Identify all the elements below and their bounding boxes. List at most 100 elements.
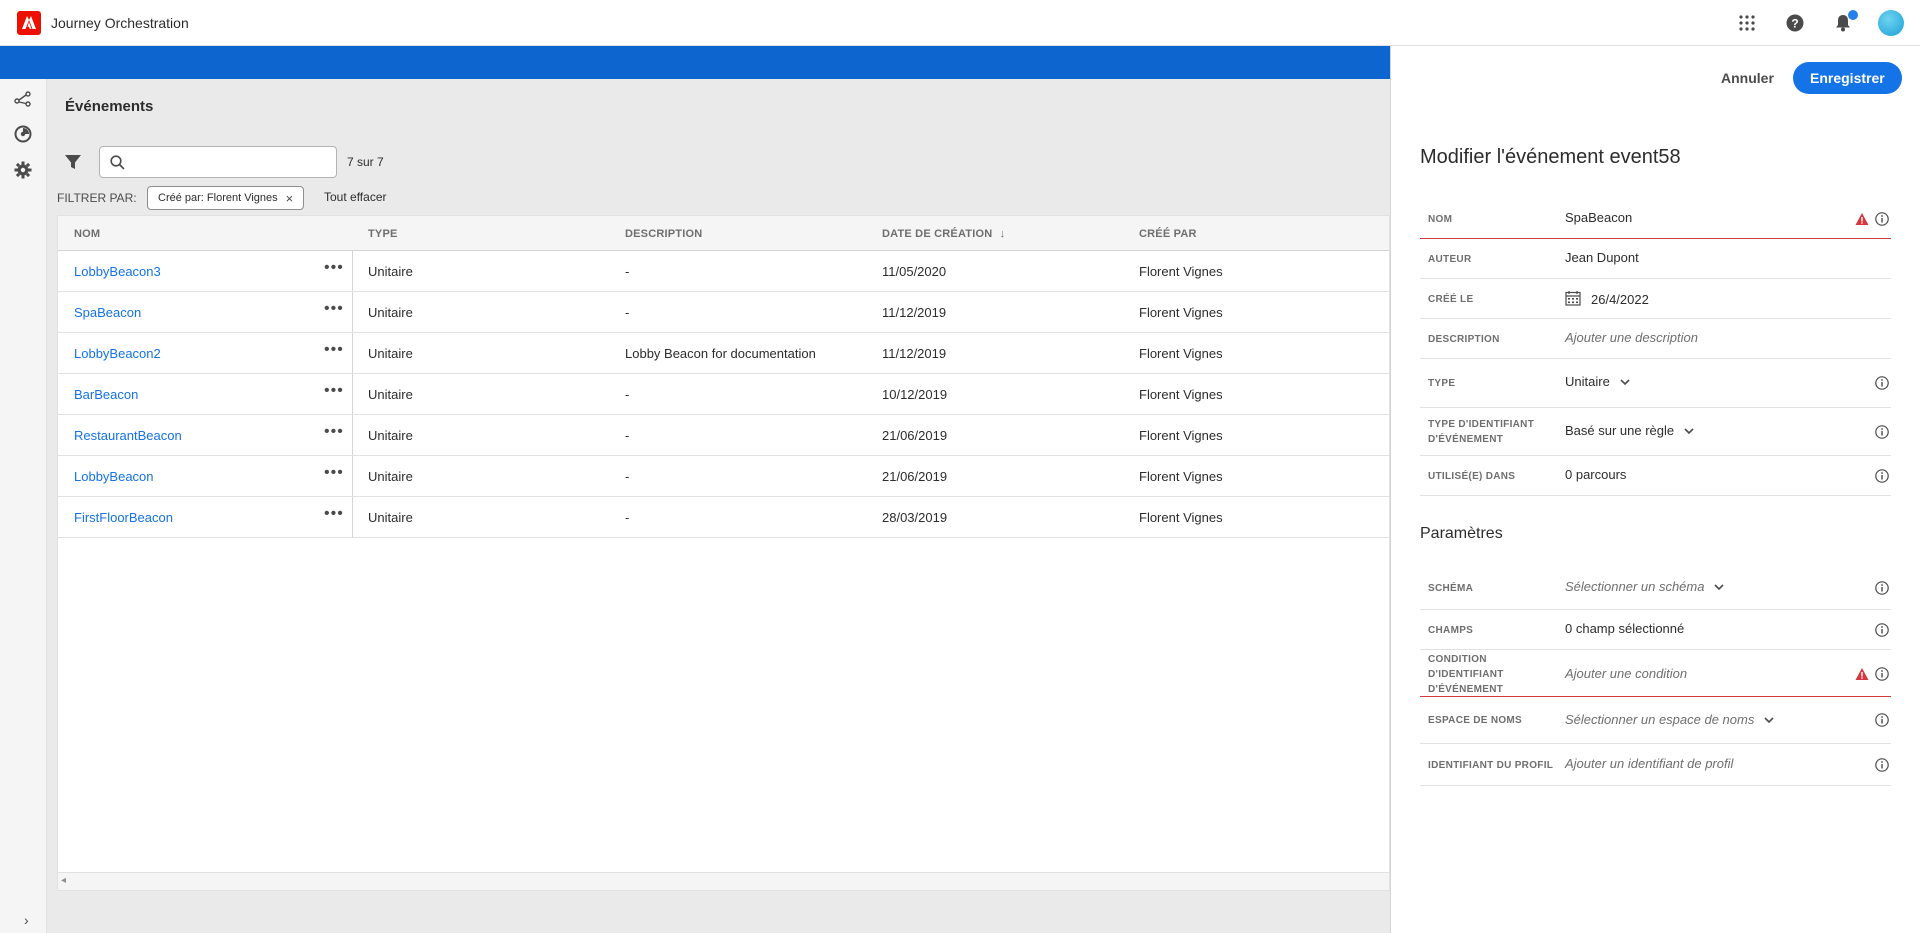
column-header-name[interactable]: NOM: [74, 228, 100, 240]
chip-remove-icon[interactable]: ×: [286, 191, 294, 206]
info-icon[interactable]: [1875, 425, 1889, 439]
table-header: NOM TYPE DESCRIPTION DATE DE CRÉATION ↓ …: [58, 216, 1389, 251]
filter-icon[interactable]: [64, 153, 82, 171]
edit-event-panel: Annuler Enregistrer Modifier l'événement…: [1390, 46, 1920, 933]
info-icon[interactable]: [1875, 713, 1889, 727]
field-label-author: AUTEUR: [1428, 254, 1472, 265]
panel-title: Modifier l'événement event58: [1420, 146, 1681, 168]
svg-text:?: ?: [1791, 17, 1798, 31]
more-actions-icon[interactable]: •••: [324, 505, 344, 523]
info-icon[interactable]: [1875, 469, 1889, 483]
field-label-description: DESCRIPTION: [1428, 334, 1500, 345]
column-header-created-date-label: DATE DE CRÉATION: [882, 228, 993, 240]
event-created-date: 10/12/2019: [882, 387, 948, 402]
clear-all-link[interactable]: Tout effacer: [324, 190, 386, 204]
table-row[interactable]: LobbyBeacon3 Unitaire - 11/05/2020 Florent V…: [58, 251, 1389, 292]
event-name-link[interactable]: LobbyBeacon: [74, 469, 154, 484]
type-dropdown[interactable]: Unitaire: [1565, 374, 1630, 389]
table-row[interactable]: RestaurantBeacon Unitaire - 21/06/2019 Flore…: [58, 415, 1389, 456]
field-label-condition-line3: D'ÉVÉNEMENT: [1428, 684, 1504, 695]
more-actions-icon[interactable]: •••: [324, 423, 344, 441]
column-header-created-by[interactable]: CRÉÉ PAR: [1139, 228, 1197, 240]
column-header-description[interactable]: DESCRIPTION: [625, 228, 702, 240]
info-icon[interactable]: [1875, 623, 1889, 637]
notifications-bell-icon[interactable]: [1830, 10, 1858, 36]
author-value: Jean Dupont: [1565, 250, 1639, 265]
namespace-dropdown[interactable]: Sélectionner un espace de noms: [1565, 712, 1774, 727]
event-description: Lobby Beacon for documentation: [625, 346, 816, 361]
adobe-logo[interactable]: [17, 10, 41, 35]
cancel-button[interactable]: Annuler: [1707, 62, 1788, 94]
event-name-link[interactable]: RestaurantBeacon: [74, 428, 182, 443]
schema-dropdown[interactable]: Sélectionner un schéma: [1565, 579, 1725, 594]
table-row[interactable]: LobbyBeacon Unitaire - 21/06/2019 Florent Vi…: [58, 456, 1389, 497]
field-row-fields: CHAMPS 0 champ sélectionné: [1420, 610, 1891, 650]
event-type: Unitaire: [368, 510, 413, 525]
scroll-left-icon[interactable]: ◂: [61, 875, 66, 886]
column-header-type[interactable]: TYPE: [368, 228, 398, 240]
user-avatar[interactable]: [1878, 10, 1904, 36]
help-icon[interactable]: ?: [1782, 10, 1808, 36]
event-created-by: Florent Vignes: [1139, 428, 1223, 443]
field-row-author: AUTEUR Jean Dupont: [1420, 239, 1891, 279]
name-field[interactable]: [1565, 210, 1845, 225]
table-row[interactable]: BarBeacon Unitaire - 10/12/2019 Florent Vign…: [58, 374, 1389, 415]
event-name-link[interactable]: LobbyBeacon3: [74, 264, 161, 279]
table-row[interactable]: FirstFloorBeacon Unitaire - 28/03/2019 Flore…: [58, 497, 1389, 538]
table-row[interactable]: LobbyBeacon2 Unitaire Lobby Beacon for doc…: [58, 333, 1389, 374]
type-selected-value: Unitaire: [1565, 374, 1610, 389]
field-row-used-in: UTILISÉ(E) DANS 0 parcours: [1420, 456, 1891, 496]
events-icon[interactable]: [13, 124, 33, 144]
left-rail: [0, 79, 47, 933]
created-value: 26/4/2022: [1565, 290, 1649, 309]
info-icon[interactable]: [1875, 758, 1889, 772]
expand-rail-chevron-icon[interactable]: ›: [24, 912, 29, 928]
name-input[interactable]: [1565, 210, 1845, 225]
app-title[interactable]: Journey Orchestration: [51, 15, 189, 31]
more-actions-icon[interactable]: •••: [324, 464, 344, 482]
filter-chip-label: Créé par: Florent Vignes: [158, 192, 278, 204]
event-created-by: Florent Vignes: [1139, 264, 1223, 279]
event-name-link[interactable]: BarBeacon: [74, 387, 138, 402]
more-actions-icon[interactable]: •••: [324, 259, 344, 277]
event-created-date: 11/12/2019: [882, 346, 947, 361]
event-name-link[interactable]: LobbyBeacon2: [74, 346, 161, 361]
settings-gear-icon[interactable]: [13, 160, 33, 180]
search-field[interactable]: [99, 146, 337, 178]
fields-value[interactable]: 0 champ sélectionné: [1565, 621, 1684, 636]
event-type: Unitaire: [368, 264, 413, 279]
condition-input[interactable]: Ajouter une condition: [1565, 666, 1687, 681]
field-label-id-type: TYPE D'IDENTIFIANT D'ÉVÉNEMENT: [1428, 417, 1534, 447]
info-icon[interactable]: [1875, 581, 1889, 595]
used-in-value: 0 parcours: [1565, 467, 1627, 482]
chevron-down-icon: [1684, 423, 1694, 438]
event-created-date: 11/05/2020: [882, 264, 947, 279]
info-icon[interactable]: [1875, 667, 1889, 681]
event-name-link[interactable]: FirstFloorBeacon: [74, 510, 173, 525]
more-actions-icon[interactable]: •••: [324, 341, 344, 359]
schema-placeholder: Sélectionner un schéma: [1565, 579, 1705, 594]
field-row-namespace: ESPACE DE NOMS Sélectionner un espace de…: [1420, 697, 1891, 744]
info-icon[interactable]: [1875, 212, 1889, 226]
search-input[interactable]: [132, 151, 330, 173]
field-label-name: NOM: [1428, 214, 1453, 225]
id-type-dropdown[interactable]: Basé sur une règle: [1565, 423, 1694, 438]
field-label-id-type-line1: TYPE D'IDENTIFIANT: [1428, 419, 1535, 430]
profile-id-input[interactable]: Ajouter un identifiant de profil: [1565, 756, 1733, 771]
field-label-schema: SCHÉMA: [1428, 583, 1474, 594]
save-button[interactable]: Enregistrer: [1793, 62, 1902, 94]
description-input[interactable]: Ajouter une description: [1565, 330, 1698, 345]
more-actions-icon[interactable]: •••: [324, 382, 344, 400]
apps-grid-icon[interactable]: [1734, 10, 1760, 36]
result-count: 7 sur 7: [347, 155, 384, 169]
horizontal-scrollbar[interactable]: ◂: [58, 872, 1389, 890]
event-name-link[interactable]: SpaBeacon: [74, 305, 141, 320]
event-created-by: Florent Vignes: [1139, 387, 1223, 402]
column-header-created-date[interactable]: DATE DE CRÉATION ↓: [882, 228, 1005, 240]
filter-chip-creator[interactable]: Créé par: Florent Vignes ×: [147, 186, 305, 210]
more-actions-icon[interactable]: •••: [324, 300, 344, 318]
journeys-icon[interactable]: [13, 89, 33, 109]
field-label-id-type-line2: D'ÉVÉNEMENT: [1428, 434, 1504, 445]
info-icon[interactable]: [1875, 376, 1889, 390]
table-row[interactable]: SpaBeacon Unitaire - 11/12/2019 Florent Vign…: [58, 292, 1389, 333]
